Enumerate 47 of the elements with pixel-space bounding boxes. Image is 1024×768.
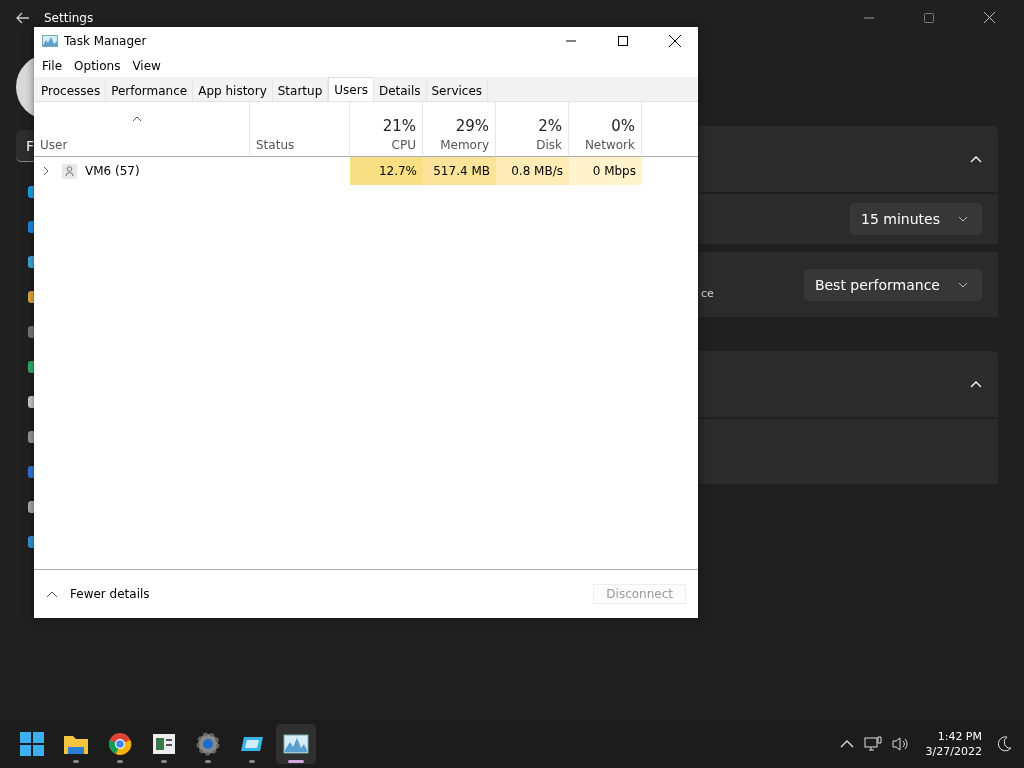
dropdown[interactable]: Best performance	[803, 268, 982, 301]
window-title: Settings	[44, 11, 95, 25]
column-label: Memory	[440, 138, 489, 152]
table-cell: 0 Mbps	[569, 157, 642, 185]
back-arrow-icon[interactable]	[16, 12, 30, 24]
chevron-up-icon[interactable]	[839, 740, 854, 748]
menu-item[interactable]: View	[126, 59, 167, 73]
performance-graph-icon	[42, 35, 58, 47]
chevron-up-icon	[46, 590, 58, 598]
display-icon	[240, 734, 264, 754]
document-icon	[152, 733, 176, 755]
moon-icon[interactable]	[998, 736, 1012, 752]
start-icon	[20, 732, 44, 756]
window-title: Task Manager	[64, 34, 148, 48]
column-label: Status	[256, 138, 295, 152]
clock[interactable]: 1:42 PM 3/27/2022	[925, 730, 982, 758]
column-header[interactable]: User	[34, 102, 250, 157]
network-icon[interactable]	[863, 736, 882, 752]
column-header[interactable]: Status	[250, 102, 350, 157]
menu-item[interactable]: Options	[68, 59, 127, 73]
chevron-down-icon	[958, 281, 968, 288]
performance-graph-icon	[283, 734, 309, 754]
user-icon	[62, 163, 77, 179]
fewer-details-button[interactable]: Fewer details	[46, 587, 150, 601]
taskbar-app[interactable]	[276, 724, 316, 764]
setting-description: ce	[701, 287, 714, 300]
volume-icon[interactable]	[891, 736, 910, 752]
column-percent: 21%	[382, 117, 416, 135]
dropdown[interactable]: 15 minutes	[850, 203, 982, 235]
gear-icon	[196, 732, 220, 756]
user-name: VM6 (57)	[85, 164, 140, 178]
table-cell: 517.4 MB	[423, 157, 496, 185]
table-cell: 12.7%	[350, 157, 423, 185]
column-percent: 0%	[611, 117, 635, 135]
column-label: User	[40, 138, 68, 152]
column-percent: 2%	[538, 117, 562, 135]
menu-item[interactable]: File	[36, 59, 69, 73]
column-label: Disk	[536, 138, 562, 152]
table-cell: 0.8 MB/s	[496, 157, 569, 185]
browser-icon	[108, 732, 132, 756]
column-label: Network	[584, 138, 635, 152]
folder-icon	[63, 733, 89, 755]
column-percent: 29%	[455, 117, 489, 135]
chevron-down-icon	[958, 216, 968, 222]
chevron-right-icon[interactable]	[42, 166, 50, 176]
column-label: CPU	[391, 138, 416, 152]
tab[interactable]: Users	[328, 77, 374, 101]
